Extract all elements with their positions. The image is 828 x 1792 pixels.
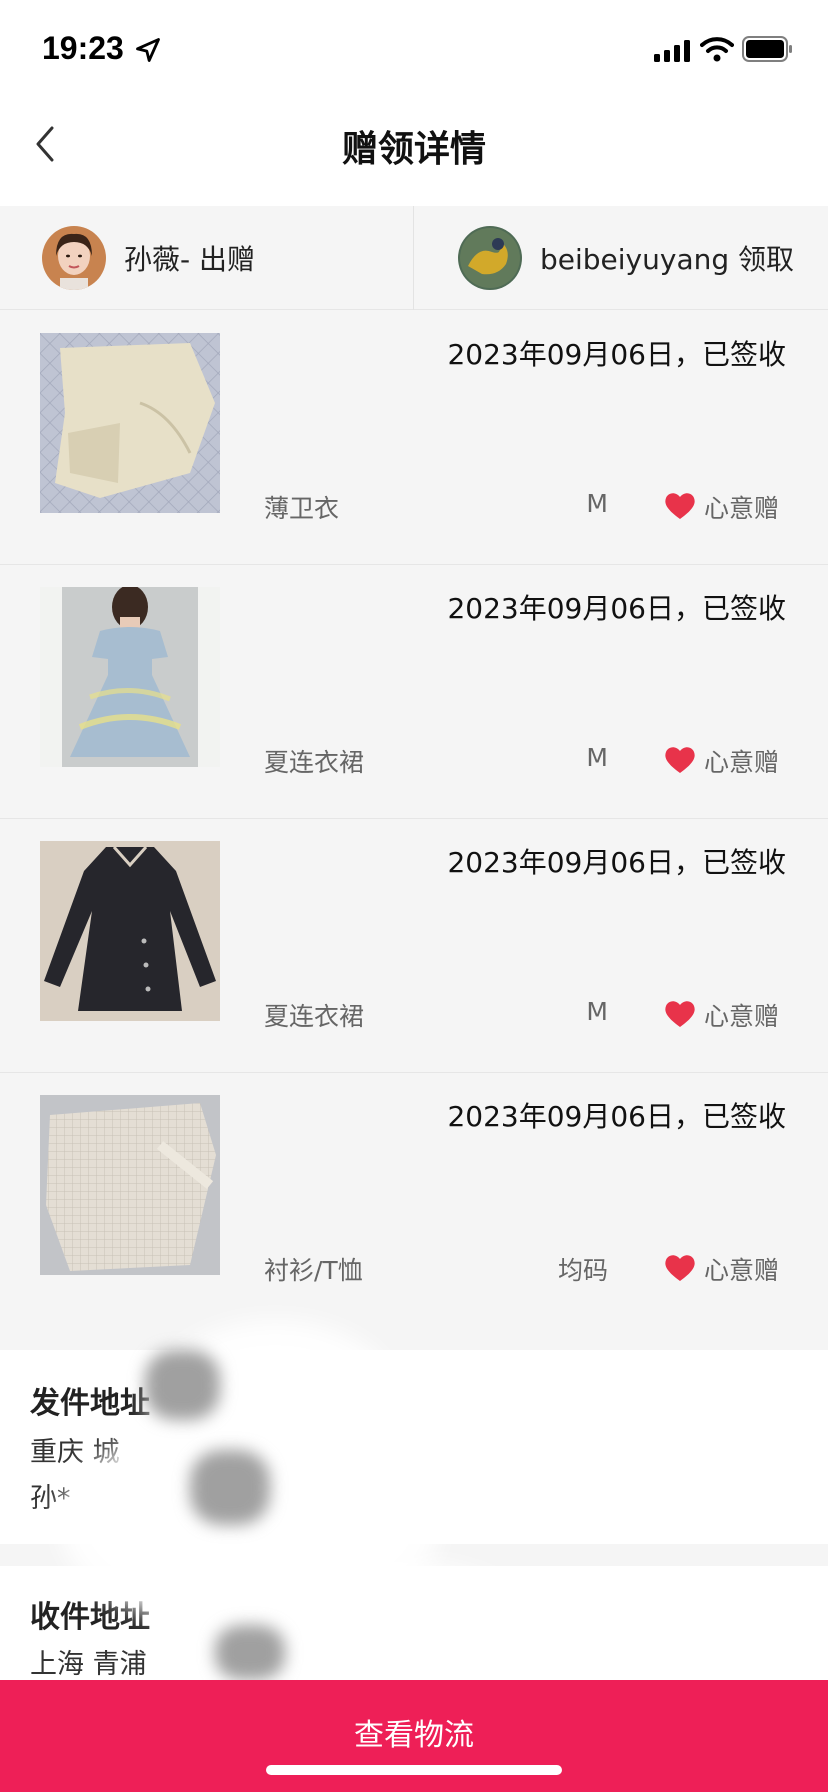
gift-item[interactable]: 2023年09月06日，已签收 薄卫衣 M 心意赠 (0, 311, 828, 565)
item-name: 夏连衣裙 (264, 1002, 365, 1031)
receiver-avatar (458, 226, 522, 290)
status-bar: 19:23 (0, 0, 828, 100)
receiver-label: beibeiyuyang 领取 (540, 243, 795, 276)
heart-icon (665, 1255, 695, 1281)
receiver-address-line: 上海 青浦 (30, 1649, 147, 1680)
heart-icon (665, 747, 695, 773)
item-tag: 心意赠 (704, 494, 780, 523)
item-date-status: 2023年09月06日，已签收 (447, 338, 786, 371)
gift-item[interactable]: 2023年09月06日，已签收 夏连衣裙 M 心意赠 (0, 819, 828, 1073)
home-indicator (266, 1765, 562, 1775)
status-time: 19:23 (42, 30, 124, 66)
item-name: 夏连衣裙 (264, 748, 365, 777)
giver-avatar (42, 226, 106, 290)
view-logistics-button[interactable]: 查看物流 (0, 1680, 828, 1792)
item-size: M (586, 997, 608, 1026)
party-divider (413, 206, 414, 310)
battery-icon (742, 36, 792, 62)
item-date-status: 2023年09月06日，已签收 (447, 592, 786, 625)
parties-bar: 孙薇- 出赠 beibeiyuyang 领取 (0, 206, 828, 310)
sender-address-title: 发件地址 (30, 1386, 150, 1421)
receiver-info[interactable]: beibeiyuyang 领取 (458, 206, 808, 310)
giver-info[interactable]: 孙薇- 出赠 (42, 206, 402, 310)
item-photo (40, 333, 220, 513)
item-size: 均码 (557, 1256, 608, 1285)
heart-icon (665, 493, 695, 519)
item-photo (40, 841, 220, 1021)
item-size: M (586, 743, 608, 772)
wifi-icon (700, 37, 734, 62)
item-tag: 心意赠 (704, 748, 780, 777)
item-photo (40, 587, 220, 767)
item-tag: 心意赠 (704, 1256, 780, 1285)
location-arrow-icon (136, 38, 160, 62)
page-title: 赠领详情 (341, 129, 486, 170)
item-date-status: 2023年09月06日，已签收 (447, 846, 786, 879)
item-date-status: 2023年09月06日，已签收 (447, 1100, 786, 1133)
giver-label: 孙薇- 出赠 (124, 243, 256, 276)
item-name: 薄卫衣 (264, 494, 340, 523)
nav-bar: 赠领详情 (0, 100, 828, 206)
heart-icon (665, 1001, 695, 1027)
item-name: 衬衫/T恤 (264, 1256, 363, 1285)
gift-item[interactable]: 2023年09月06日，已签收 衬衫/T恤 均码 心意赠 (0, 1073, 828, 1327)
cellular-signal-icon (654, 40, 690, 62)
gift-item[interactable]: 2023年09月06日，已签收 夏连衣裙 M 心意赠 (0, 565, 828, 819)
item-tag: 心意赠 (704, 1002, 780, 1031)
item-photo (40, 1095, 220, 1275)
item-size: M (586, 489, 608, 518)
